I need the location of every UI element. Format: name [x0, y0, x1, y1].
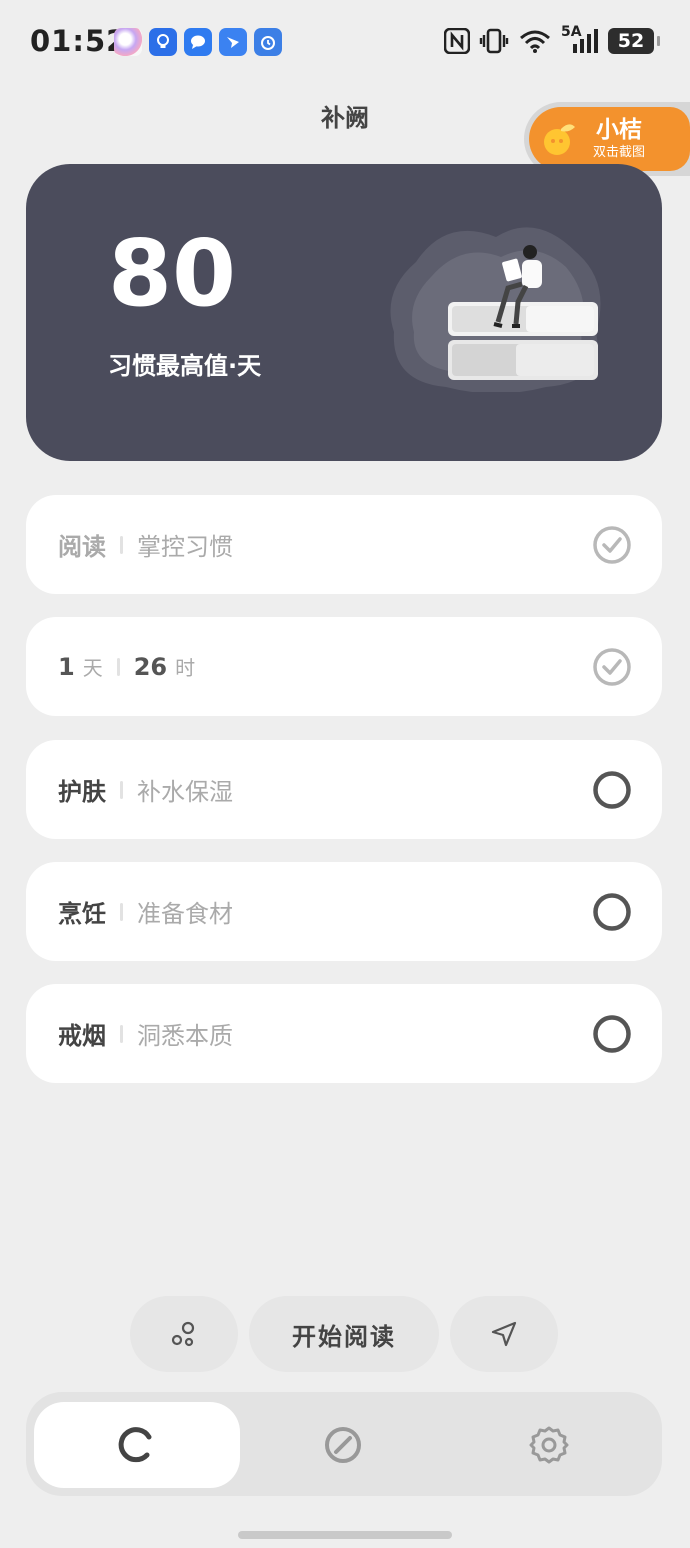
habit-name: 戒烟 [58, 1022, 106, 1050]
alarm-icon [254, 28, 282, 56]
habit-max-value: 80 [108, 220, 237, 327]
assistant-name: 小桔 [596, 116, 642, 143]
habit-card-skincare[interactable]: 护肤 补水保湿 [26, 740, 662, 839]
habit-separator [120, 1024, 123, 1043]
status-system-icons: 5A 52 [444, 24, 660, 54]
duration-hours: 26 [133, 652, 168, 681]
habit-name: 阅读 [58, 533, 106, 561]
loop-icon [118, 1427, 152, 1463]
bottom-tab-bar [26, 1392, 662, 1496]
checked-circle-icon[interactable] [592, 647, 632, 687]
habit-name: 护肤 [58, 778, 106, 806]
reading-person-illustration [390, 227, 601, 392]
habit-name: 烹饪 [58, 900, 106, 928]
tab-habits[interactable] [34, 1402, 240, 1488]
orange-fruit-icon [544, 124, 575, 155]
habit-separator [120, 902, 123, 921]
unchecked-circle-icon[interactable] [592, 1014, 632, 1054]
habit-max-label: 习惯最高值·天 [108, 352, 262, 380]
tab-restrictions[interactable] [240, 1402, 446, 1488]
signal-icon: 5A [561, 24, 599, 54]
habit-card-reading[interactable]: 阅读 掌控习惯 [26, 495, 662, 594]
habit-separator [116, 657, 120, 676]
bird-icon [219, 28, 247, 56]
duration-hours-unit: 时 [175, 656, 196, 680]
assistant-pill[interactable]: 小桔 双击截图 [529, 107, 690, 171]
status-app-icons [114, 28, 282, 56]
vibrate-icon [479, 28, 509, 54]
assistant-ball-icon [114, 28, 142, 56]
habit-desc: 准备食材 [137, 900, 233, 928]
send-icon [491, 1321, 517, 1347]
checked-circle-icon[interactable] [592, 525, 632, 565]
habit-summary-card: 80 习惯最高值·天 [26, 164, 662, 461]
ban-icon [325, 1427, 361, 1463]
status-time: 01:52 [30, 24, 128, 58]
lightbulb-icon [149, 28, 177, 56]
assistant-subtitle: 双击截图 [593, 145, 646, 160]
settings-gear-icon [529, 1426, 569, 1464]
habit-desc: 补水保湿 [137, 778, 233, 806]
habit-desc: 洞悉本质 [137, 1022, 233, 1050]
habit-separator [120, 780, 123, 799]
bubbles-icon [171, 1321, 195, 1347]
send-button[interactable] [450, 1296, 558, 1372]
nfc-icon [444, 28, 470, 54]
habit-card-cooking[interactable]: 烹饪 准备食材 [26, 862, 662, 961]
battery-indicator: 52 [608, 28, 660, 54]
unchecked-circle-icon[interactable] [592, 892, 632, 932]
bubbles-button[interactable] [130, 1296, 238, 1372]
duration-days-unit: 天 [82, 656, 103, 680]
home-indicator[interactable] [238, 1531, 452, 1539]
habit-desc: 掌控习惯 [137, 533, 233, 561]
status-bar: 01:52 5A 52 [0, 0, 690, 84]
tab-settings[interactable] [446, 1402, 652, 1488]
chat-bubble-icon [184, 28, 212, 56]
habit-card-quit-smoking[interactable]: 戒烟 洞悉本质 [26, 984, 662, 1083]
unchecked-circle-icon[interactable] [592, 770, 632, 810]
wifi-icon [520, 30, 550, 53]
habit-separator [120, 535, 123, 554]
habit-card-duration[interactable]: 1 天 26 时 [26, 617, 662, 716]
duration-days: 1 [58, 652, 75, 681]
start-reading-button[interactable]: 开始阅读 [249, 1296, 439, 1372]
